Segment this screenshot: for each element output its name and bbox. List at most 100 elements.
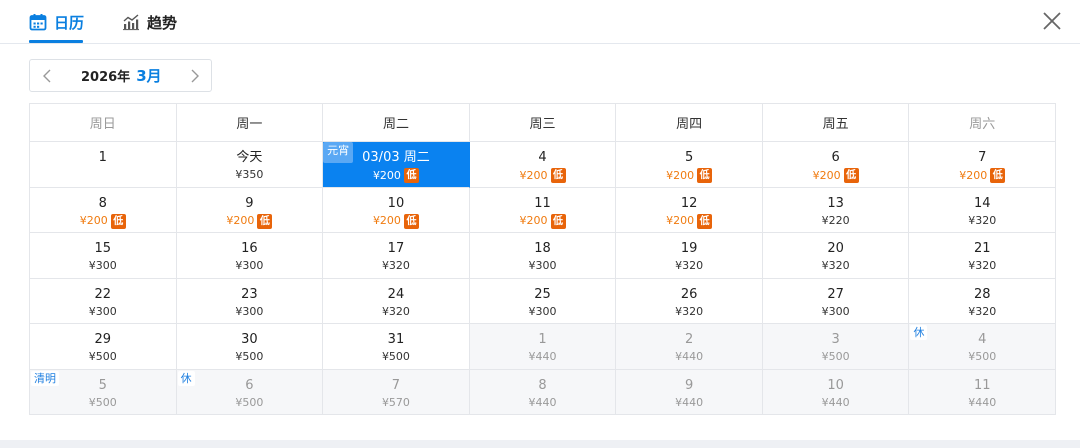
weekday-label: 周四 [616, 104, 763, 142]
date-cell[interactable]: 5 ¥200 低 [616, 142, 763, 188]
tab-trend[interactable]: 趋势 [122, 0, 177, 44]
price-value: ¥200 [519, 214, 548, 227]
calendar-weeks: 1 今天 ¥350 元宵 03/03 周二 ¥200 低 4 ¥200 低 5 ¥200 低 6 ¥200 低… [30, 142, 1057, 415]
date-label: 22 [94, 286, 112, 302]
weekday-header: 周日 周一 周二 周三 周四 周五 周六 [30, 104, 1057, 142]
date-cell[interactable]: 18 ¥300 [469, 233, 617, 279]
price-row: ¥440 [470, 350, 616, 364]
date-label: 31 [387, 332, 405, 347]
date-cell[interactable]: 28 ¥320 [909, 278, 1057, 324]
date-cell[interactable]: 1 ¥440 [469, 324, 617, 370]
date-cell[interactable]: 24 ¥320 [323, 278, 470, 324]
price-row: ¥300 [763, 305, 909, 319]
month-navigator: 2026年 3月 [29, 59, 212, 92]
date-cell[interactable]: 休 6 ¥500 [176, 369, 324, 415]
low-price-badge: 低 [843, 168, 859, 183]
date-label: 6 [245, 377, 254, 393]
date-cell[interactable]: 11 ¥440 [909, 369, 1057, 415]
tab-calendar[interactable]: 日历 [29, 0, 84, 44]
date-cell[interactable]: 23 ¥300 [176, 278, 324, 324]
date-cell[interactable]: 20 ¥320 [762, 233, 910, 279]
date-cell[interactable]: 17 ¥320 [323, 233, 470, 279]
date-cell[interactable]: 16 ¥300 [176, 233, 324, 279]
active-tab-indicator [29, 40, 83, 43]
price-value: ¥500 [88, 350, 117, 363]
weekday-label: 周三 [469, 104, 617, 142]
price-value: ¥320 [968, 304, 997, 318]
low-price-badge: 低 [697, 213, 713, 229]
price-row: ¥320 [323, 259, 469, 273]
date-cell[interactable]: 8 ¥200 低 [30, 187, 177, 233]
date-cell[interactable]: 11 ¥200 低 [469, 187, 617, 233]
price-value: ¥320 [675, 259, 704, 272]
date-cell[interactable]: 29 ¥500 [30, 324, 177, 370]
date-cell[interactable]: 10 ¥200 低 [323, 187, 470, 233]
date-label: 8 [538, 377, 547, 393]
date-cell[interactable]: 22 ¥300 [30, 278, 177, 324]
price-row: ¥500 [30, 350, 176, 364]
date-label: 10 [387, 195, 405, 211]
date-cell[interactable]: 15 ¥300 [30, 233, 177, 279]
date-label: 4 [538, 150, 547, 165]
calendar-week-row: 15 ¥300 16 ¥300 17 ¥320 18 ¥300 19 ¥320 20 ¥320 21 ¥3… [30, 233, 1057, 279]
date-cell[interactable]: 今天 ¥350 [176, 142, 324, 188]
price-row: ¥300 [470, 259, 616, 273]
date-label: 7 [978, 150, 987, 165]
price-value: ¥500 [821, 350, 850, 363]
prev-month-button[interactable] [32, 60, 62, 91]
date-cell[interactable]: 2 ¥440 [616, 324, 763, 370]
price-value: ¥440 [675, 350, 704, 363]
date-cell[interactable]: 10 ¥440 [762, 369, 910, 415]
date-label: 5 [684, 150, 694, 165]
price-row: ¥350 [177, 168, 323, 182]
close-button[interactable] [1041, 10, 1063, 32]
view-tabs: 日历 趋势 [0, 0, 1080, 44]
next-month-button[interactable] [180, 60, 210, 91]
date-label: 29 [94, 332, 112, 347]
price-row: ¥200 低 [616, 168, 762, 183]
date-label: 19 [680, 241, 698, 256]
price-row: ¥200 低 [616, 213, 762, 229]
date-cell[interactable]: 3 ¥500 [762, 324, 910, 370]
date-cell[interactable]: 26 ¥320 [616, 278, 763, 324]
price-value: ¥200 [226, 214, 255, 227]
date-cell[interactable]: 30 ¥500 [176, 324, 324, 370]
chevron-right-icon [191, 69, 199, 82]
date-cell[interactable]: 19 ¥320 [616, 233, 763, 279]
calendar-week-row: 清明 5 ¥500 休 6 ¥500 7 ¥570 8 ¥440 9 ¥440 10 ¥440 11 ¥440 [30, 369, 1057, 415]
date-cell[interactable]: 21 ¥320 [909, 233, 1057, 279]
date-cell[interactable]: 6 ¥200 低 [762, 142, 910, 188]
price-value: ¥500 [235, 350, 264, 363]
date-cell[interactable]: 12 ¥200 低 [616, 187, 763, 233]
date-cell[interactable]: 休 4 ¥500 [909, 324, 1057, 370]
price-row: ¥320 [616, 305, 762, 319]
date-cell[interactable]: 25 ¥300 [469, 278, 617, 324]
date-cell[interactable]: 7 ¥200 低 [909, 142, 1057, 188]
date-label: 03/03 周二 [362, 150, 430, 165]
date-cell[interactable]: 13 ¥220 [762, 187, 910, 233]
date-cell[interactable]: 14 ¥320 [909, 187, 1057, 233]
price-row: ¥440 [763, 396, 909, 410]
date-cell[interactable]: 7 ¥570 [323, 369, 470, 415]
date-label: 21 [973, 241, 991, 256]
selected-date-cell[interactable]: 元宵 03/03 周二 ¥200 低 [323, 142, 470, 188]
price-value: ¥440 [821, 395, 850, 409]
date-cell[interactable]: 9 ¥200 低 [176, 187, 324, 233]
price-value: ¥440 [528, 395, 557, 409]
price-value: ¥320 [821, 259, 850, 272]
date-cell[interactable]: 31 ¥500 [323, 324, 470, 370]
date-cell[interactable]: 27 ¥300 [762, 278, 910, 324]
price-row: ¥200 低 [323, 168, 469, 183]
price-value: ¥500 [235, 395, 264, 409]
low-price-badge: 低 [257, 213, 273, 229]
date-cell[interactable]: 4 ¥200 低 [469, 142, 617, 188]
calendar-icon [29, 13, 47, 31]
date-cell[interactable]: 清明 5 ¥500 [30, 369, 177, 415]
date-cell[interactable]: 8 ¥440 [469, 369, 617, 415]
date-label: 3 [831, 332, 840, 347]
date-cell[interactable]: 1 [30, 142, 177, 188]
date-label: 26 [680, 286, 698, 302]
price-row: ¥440 [909, 396, 1055, 410]
date-cell[interactable]: 9 ¥440 [616, 369, 763, 415]
date-label: 12 [680, 195, 698, 211]
